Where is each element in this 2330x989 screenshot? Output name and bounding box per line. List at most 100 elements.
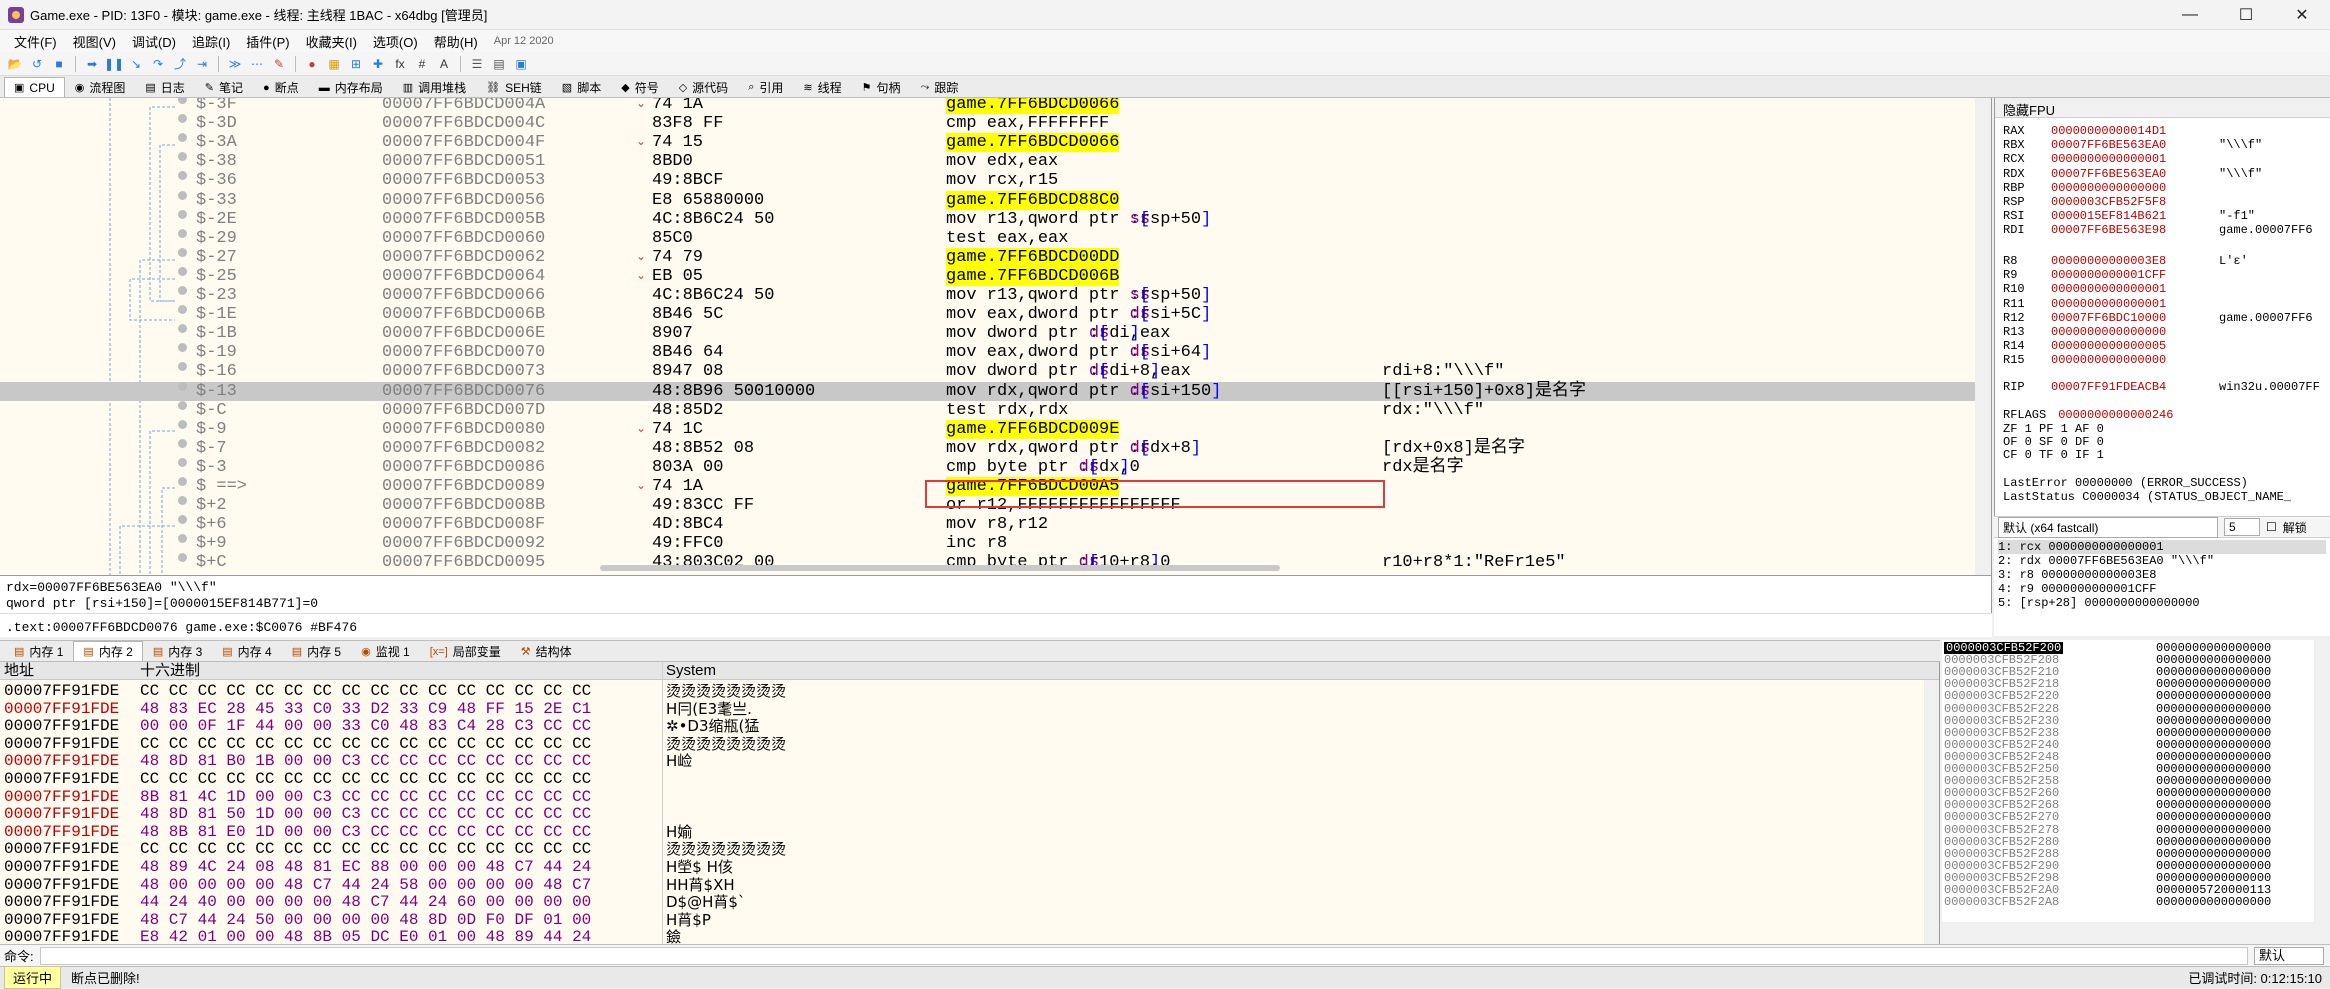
- disasm-row[interactable]: $-13 00007FF6BDCD0076 48:8B96 50010000 mov …: [0, 381, 1975, 401]
- dump-tab-2[interactable]: ▤ 内存 3: [143, 641, 212, 661]
- stack-view[interactable]: 0000003CFB52F200 0000000000000000 0000003C…: [1942, 640, 2330, 922]
- disasm-row[interactable]: $+9 00007FF6BDCD0092 49:FFC0 inc r8: [0, 534, 1975, 553]
- flags-row[interactable]: OF 0 SF 0 DF 0: [2003, 435, 2104, 449]
- dump-tab-7[interactable]: ⚒ 结构体: [511, 641, 582, 661]
- argument-row[interactable]: 2: rdx 00007FF6BE563EA0 "\\\f": [1998, 554, 2326, 568]
- flags-row[interactable]: ZF 1 PF 1 AF 0: [2003, 422, 2104, 436]
- breakpoint-marker[interactable]: [178, 286, 187, 295]
- breakpoint-marker[interactable]: [178, 305, 187, 315]
- disasm-row[interactable]: $-38 00007FF6BDCD0051 8BD0 mov edx,eax: [0, 152, 1975, 171]
- stack-row[interactable]: 0000003CFB52F278 0000000000000000: [1942, 824, 2314, 836]
- breakpoint-marker[interactable]: [178, 114, 187, 124]
- register-row[interactable]: R10 0000000000000001: [2003, 282, 2219, 296]
- rflags-row[interactable]: RFLAGS 0000000000000246: [2003, 408, 2226, 422]
- register-row[interactable]: R8 00000000000003E8 L'ε': [2003, 254, 2248, 268]
- argument-row[interactable]: 4: r9 0000000000001CFF: [1998, 582, 2326, 596]
- menu-options[interactable]: 选项(O): [365, 32, 426, 51]
- breakpoint-marker[interactable]: [178, 515, 187, 525]
- dump-tab-3[interactable]: ▤ 内存 4: [212, 641, 281, 661]
- breakpoint-marker[interactable]: [178, 152, 187, 162]
- trace-icon[interactable]: ⋯: [248, 55, 266, 73]
- breakpoint-marker[interactable]: [178, 534, 187, 544]
- flags-row[interactable]: CF 0 TF 0 IF 1: [2003, 448, 2104, 462]
- register-row[interactable]: RSP 0000003CFB52F5F8: [2003, 195, 2219, 209]
- disasm-row[interactable]: $-3 00007FF6BDCD0086 803A 00 cmp byte ptr d…: [0, 457, 1975, 477]
- breakpoint-marker[interactable]: [178, 190, 187, 200]
- step-into-icon[interactable]: ↘: [127, 55, 145, 73]
- disasm-row[interactable]: $-19 00007FF6BDCD0070 8B46 64 mov eax,dword…: [0, 343, 1975, 362]
- breakpoint-marker[interactable]: [178, 171, 187, 181]
- run-icon[interactable]: ➡: [83, 55, 101, 73]
- menu-debug[interactable]: 调试(D): [124, 32, 184, 51]
- breakpoint-marker[interactable]: [178, 266, 187, 276]
- dump-tab-4[interactable]: ▤ 内存 5: [282, 641, 351, 661]
- stack-scrollbar[interactable]: [2314, 640, 2330, 922]
- animate-icon[interactable]: ≫: [226, 55, 244, 73]
- tab-7[interactable]: ⛓ SEH链: [476, 77, 552, 97]
- breakpoint-marker[interactable]: [178, 381, 187, 391]
- dump-tab-6[interactable]: [x=] 局部变量: [420, 641, 511, 661]
- breakpoint-marker[interactable]: [178, 419, 187, 429]
- log-icon[interactable]: ▤: [490, 55, 508, 73]
- breakpoint-marker[interactable]: [178, 457, 187, 467]
- dump-tab-1[interactable]: ▤ 内存 2: [73, 641, 143, 661]
- hide-fpu-toggle[interactable]: 隐藏FPU: [1995, 98, 2330, 118]
- register-row[interactable]: RSI 0000015EF814B621 "-f1": [2003, 209, 2255, 223]
- disasm-row[interactable]: $-29 00007FF6BDCD0060 85C0 test eax,eax: [0, 228, 1975, 248]
- memory-dump-view[interactable]: 地址 十六进制 System 00007FF91FDE CC CC CC CC C…: [0, 662, 1940, 944]
- breakpoint-icon[interactable]: ●: [303, 55, 321, 73]
- breakpoint-marker[interactable]: [178, 438, 187, 448]
- breakpoint-marker[interactable]: [178, 343, 187, 353]
- tab-9[interactable]: ◆ 符号: [611, 77, 668, 97]
- tab-5[interactable]: ▬ 内存布局: [309, 77, 393, 97]
- disasm-row[interactable]: $-2E 00007FF6BDCD005B 4C:8B6C24 50 mov r13,…: [0, 209, 1975, 229]
- stack-row[interactable]: 0000003CFB52F290 0000000000000000: [1942, 860, 2314, 872]
- stack-row[interactable]: 0000003CFB52F238 0000000000000000: [1942, 727, 2314, 739]
- menu-favourites[interactable]: 收藏夹(I): [298, 32, 365, 51]
- tab-0[interactable]: ▣ CPU: [4, 77, 65, 97]
- tab-6[interactable]: ▥ 调用堆栈: [393, 77, 476, 97]
- register-row[interactable]: RBX 00007FF6BE563EA0 "\\\f": [2003, 138, 2262, 152]
- disasm-row[interactable]: $-7 00007FF6BDCD0082 48:8B52 08 mov rdx,qwo…: [0, 438, 1975, 458]
- argument-row[interactable]: 3: r8 00000000000003E8: [1998, 568, 2326, 582]
- patch-icon[interactable]: ✎: [270, 55, 288, 73]
- register-row[interactable]: R13 0000000000000000: [2003, 325, 2219, 339]
- menu-trace[interactable]: 追踪(I): [184, 32, 238, 51]
- calculator-icon[interactable]: ▣: [512, 55, 530, 73]
- tab-13[interactable]: ⚑ 句柄: [852, 77, 911, 97]
- open-icon[interactable]: 📂: [6, 55, 24, 73]
- breakpoint-marker[interactable]: [178, 228, 187, 238]
- breakpoint-marker[interactable]: [178, 553, 187, 563]
- tab-11[interactable]: ⌕ 引用: [738, 77, 793, 97]
- register-row[interactable]: R11 0000000000000001: [2003, 297, 2219, 311]
- disasm-row[interactable]: $-2700007FF6BDCD0062⌄74 79je game.7FF6BD…: [0, 247, 1975, 267]
- disasm-row[interactable]: $-16 00007FF6BDCD0073 8947 08 mov dword ptr…: [0, 362, 1975, 381]
- command-input[interactable]: [39, 946, 2248, 965]
- register-row[interactable]: R9 0000000000001CFF: [2003, 268, 2219, 282]
- argument-row[interactable]: 5: [rsp+28] 0000000000000000: [1998, 596, 2326, 610]
- tab-12[interactable]: ≋ 线程: [793, 77, 851, 97]
- close-button[interactable]: ✕: [2274, 0, 2330, 30]
- menu-plugins[interactable]: 插件(P): [238, 32, 297, 51]
- command-mode-select[interactable]: 默认: [2254, 946, 2324, 965]
- menu-view[interactable]: 视图(V): [65, 32, 124, 51]
- breakpoint-marker[interactable]: [178, 247, 187, 257]
- register-row[interactable]: RCX 0000000000000001: [2003, 152, 2219, 166]
- font-icon[interactable]: A: [435, 55, 453, 73]
- stack-row[interactable]: 0000003CFB52F2A8 0000000000000000: [1942, 896, 2314, 908]
- breakpoint-marker[interactable]: [178, 400, 187, 410]
- tab-2[interactable]: ▤ 日志: [135, 77, 194, 97]
- step-out-icon[interactable]: ⤴: [171, 55, 189, 73]
- arg-count-spinner[interactable]: 5: [2224, 518, 2260, 536]
- stack-row[interactable]: 0000003CFB52F280 0000000000000000: [1942, 836, 2314, 848]
- dump-scrollbar[interactable]: [1924, 680, 1939, 944]
- stack-row[interactable]: 0000003CFB52F270 0000000000000000: [1942, 811, 2314, 823]
- disasm-row[interactable]: $-900007FF6BDCD0080⌄74 1Cje game.7FF6BDC…: [0, 419, 1975, 439]
- register-row[interactable]: R15 0000000000000000: [2003, 353, 2219, 367]
- menu-file[interactable]: 文件(F): [6, 32, 65, 51]
- disasm-row[interactable]: $-3A00007FF6BDCD004F⌄74 15je game.7FF6BD…: [0, 133, 1975, 153]
- disasm-row[interactable]: $-3300007FF6BDCD0056E8 65880000call game…: [0, 190, 1975, 210]
- memory-icon[interactable]: ▦: [325, 55, 343, 73]
- stack-row[interactable]: 0000003CFB52F220 0000000000000000: [1942, 690, 2314, 702]
- register-row[interactable]: RIP 00007FF91FDEACB4 win32u.00007FF: [2003, 380, 2320, 394]
